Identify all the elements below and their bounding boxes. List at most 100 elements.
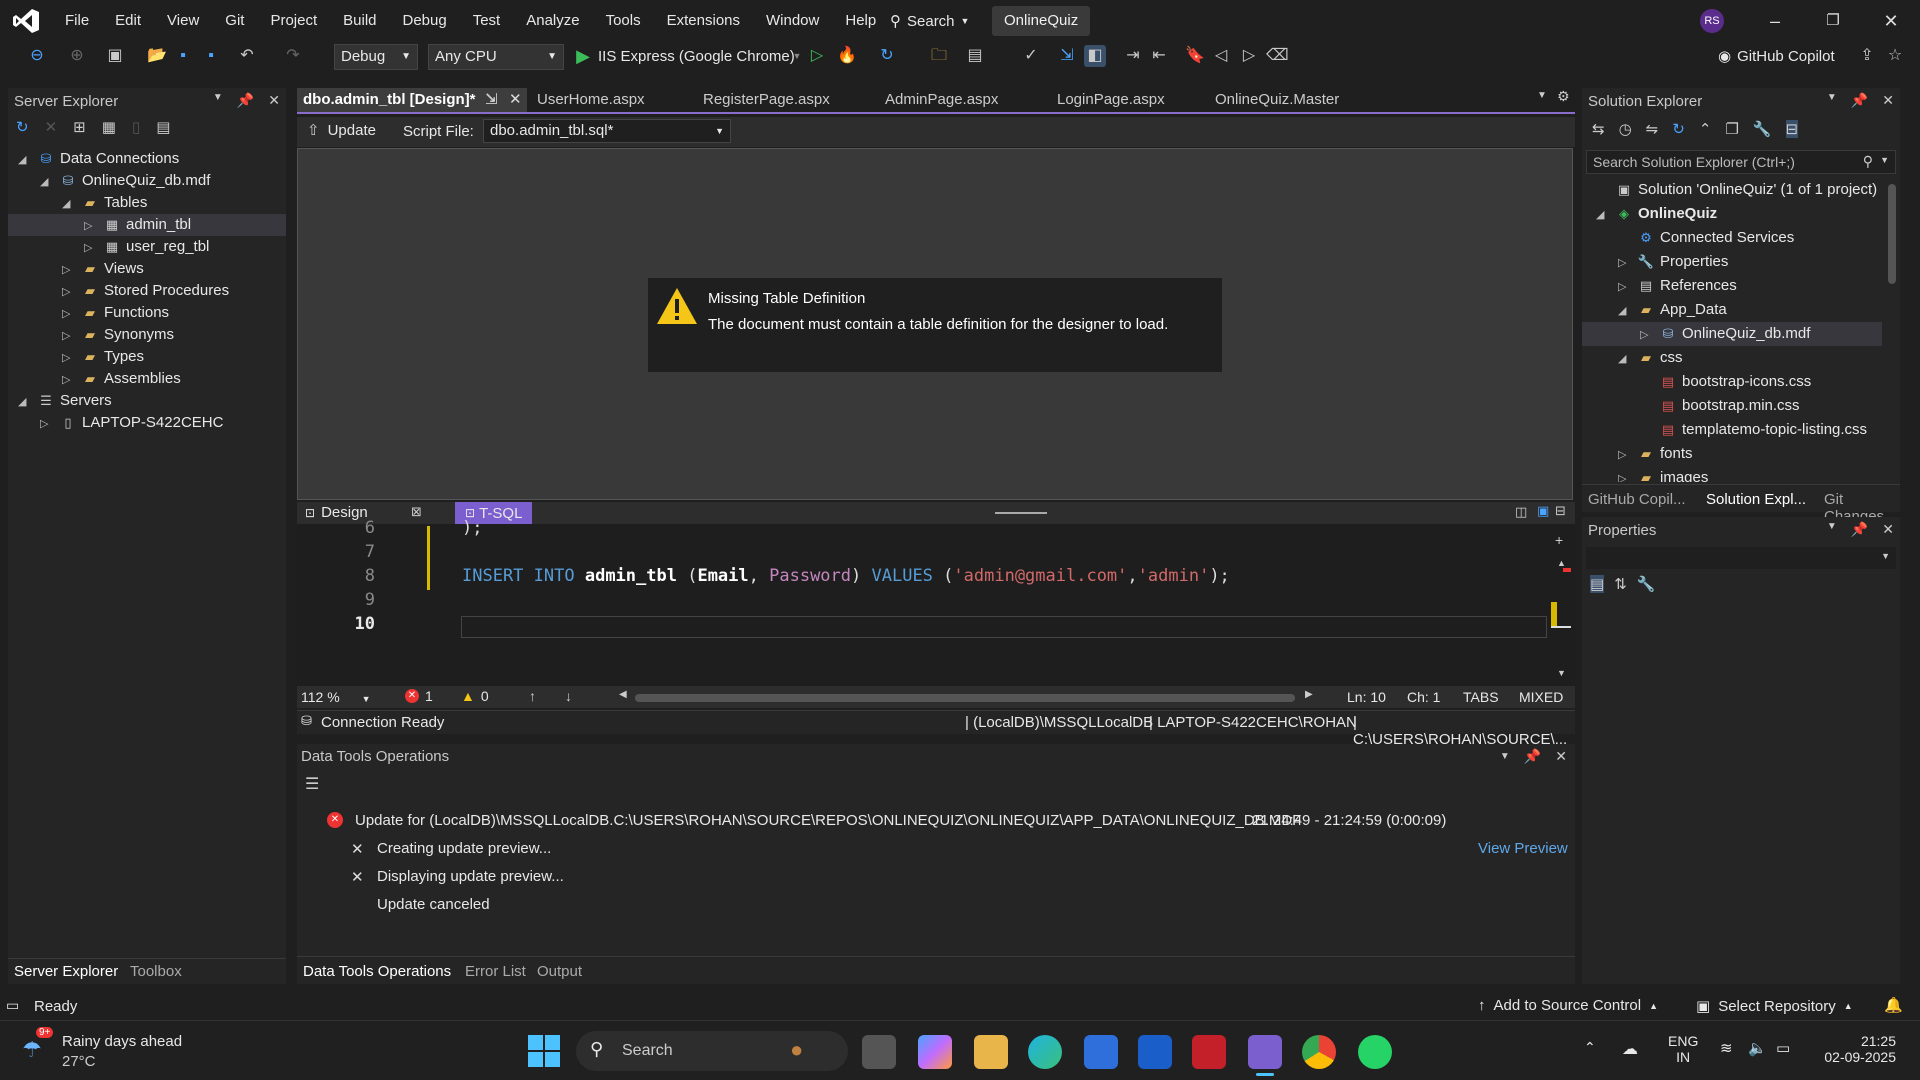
solution-name-badge[interactable]: OnlineQuiz bbox=[992, 6, 1091, 36]
expanded-arrow-icon[interactable]: ◢ bbox=[62, 193, 80, 215]
output-icon[interactable]: ▭ bbox=[6, 997, 19, 1014]
collapsed-arrow-icon[interactable]: ▷ bbox=[1618, 251, 1636, 275]
view-preview-link[interactable]: View Preview bbox=[1478, 840, 1568, 857]
menu-debug[interactable]: Debug bbox=[390, 0, 460, 42]
collapsed-arrow-icon[interactable]: ▷ bbox=[1640, 323, 1658, 347]
refresh-icon[interactable]: ↻ bbox=[876, 45, 898, 67]
edge-icon[interactable] bbox=[1028, 1035, 1062, 1069]
tab-onlinequiz-master[interactable]: OnlineQuiz.Master bbox=[1209, 88, 1339, 112]
copilot-app-icon[interactable] bbox=[918, 1035, 952, 1069]
bookmark-prev-icon[interactable]: ◁ bbox=[1210, 45, 1232, 67]
new-project-icon[interactable]: ▣ bbox=[104, 45, 126, 67]
update-button[interactable]: ⇧ Update bbox=[307, 121, 376, 140]
run-target-button[interactable]: IIS Express (Google Chrome) bbox=[598, 44, 795, 70]
refresh-icon[interactable]: ↻ bbox=[1672, 120, 1685, 138]
collapsed-arrow-icon[interactable]: ▷ bbox=[1618, 443, 1636, 467]
menu-window[interactable]: Window bbox=[753, 0, 832, 42]
collapsed-arrow-icon[interactable]: ▷ bbox=[84, 237, 102, 259]
collapsed-arrow-icon[interactable]: ▷ bbox=[62, 325, 80, 347]
solution-tree-item[interactable]: ▷ ▰ images bbox=[1582, 466, 1882, 482]
collapsed-arrow-icon[interactable]: ▷ bbox=[62, 259, 80, 281]
solution-tree-item[interactable]: ▤ bootstrap.min.css bbox=[1582, 394, 1882, 418]
collapsed-arrow-icon[interactable]: ▷ bbox=[62, 281, 80, 303]
warning-count[interactable]: ▲ 0 bbox=[461, 688, 489, 704]
tab-server-explorer[interactable]: Server Explorer bbox=[14, 963, 118, 980]
scroll-down-icon[interactable]: ▼ bbox=[1557, 668, 1566, 678]
solution-tree-item[interactable]: ◢ ◈ OnlineQuiz bbox=[1582, 202, 1882, 226]
history-icon[interactable]: ◷ bbox=[1619, 120, 1632, 138]
stop-icon[interactable]: ✕ bbox=[45, 118, 58, 136]
close-window-button[interactable]: ✕ bbox=[1876, 8, 1906, 34]
connect-server-icon[interactable]: ▦ bbox=[102, 118, 116, 136]
open-folder-icon[interactable]: 📂 bbox=[146, 45, 168, 67]
visual-studio-logo-icon[interactable] bbox=[12, 8, 40, 34]
server-tree-item[interactable]: ▷ ▰ Functions bbox=[8, 302, 286, 324]
start-debug-icon[interactable]: ▶ bbox=[572, 45, 594, 67]
tab-loginpage[interactable]: LoginPage.aspx bbox=[1051, 88, 1165, 112]
collapsed-arrow-icon[interactable]: ▷ bbox=[1618, 467, 1636, 482]
chevron-up-icon[interactable]: ⌃ bbox=[1584, 1039, 1596, 1056]
menu-file[interactable]: File bbox=[52, 0, 102, 42]
menu-help[interactable]: Help bbox=[832, 0, 889, 42]
pin-icon[interactable]: 📌 bbox=[1524, 748, 1541, 765]
file-explorer-icon[interactable] bbox=[974, 1035, 1008, 1069]
pin-icon[interactable]: ⇲ bbox=[485, 88, 498, 112]
close-icon[interactable]: ✕ bbox=[1882, 92, 1894, 109]
browse-folder-icon[interactable]: 🗀 bbox=[928, 45, 950, 67]
properties-object-select[interactable]: ▼ bbox=[1586, 547, 1896, 569]
configuration-select[interactable]: Debug ▼ bbox=[334, 44, 418, 70]
chevron-down-icon[interactable]: ▼ bbox=[1827, 521, 1837, 538]
server-tree-item[interactable]: ▷ ▰ Synonyms bbox=[8, 324, 286, 346]
tab-error-list[interactable]: Error List bbox=[465, 963, 526, 980]
expanded-arrow-icon[interactable]: ◢ bbox=[40, 171, 58, 193]
menu-edit[interactable]: Edit bbox=[102, 0, 154, 42]
server-tree-item[interactable]: ▷ ▦ user_reg_tbl bbox=[8, 236, 286, 258]
expanded-arrow-icon[interactable]: ◢ bbox=[18, 149, 36, 171]
server-tree-item[interactable]: ◢ ☰ Servers bbox=[8, 390, 286, 412]
connect-database-icon[interactable]: ⊞ bbox=[73, 118, 86, 136]
battery-icon[interactable]: ▭ bbox=[1776, 1039, 1790, 1057]
server-tree-item[interactable]: ◢ ▰ Tables bbox=[8, 192, 286, 214]
collapsed-arrow-icon[interactable]: ▷ bbox=[62, 347, 80, 369]
script-file-select[interactable]: dbo.admin_tbl.sql* ▼ bbox=[483, 119, 731, 143]
zoom-select[interactable]: 112 % ▼ bbox=[301, 689, 370, 705]
char-number[interactable]: Ch: 1 bbox=[1407, 689, 1440, 705]
minimize-button[interactable]: – bbox=[1760, 8, 1790, 34]
properties-icon[interactable]: 🔧 bbox=[1753, 120, 1772, 138]
next-issue-icon[interactable]: ↓ bbox=[565, 688, 572, 704]
close-icon[interactable]: ✕ bbox=[268, 92, 280, 109]
onedrive-icon[interactable]: ☁ bbox=[1622, 1039, 1638, 1059]
line-ending-mode[interactable]: MIXED bbox=[1519, 689, 1563, 705]
layout-icon[interactable]: ▤ bbox=[964, 45, 986, 67]
breakpoint-icon[interactable]: ◧ bbox=[1084, 45, 1106, 67]
close-icon[interactable]: ✕ bbox=[1555, 748, 1567, 765]
avatar[interactable]: RS bbox=[1700, 9, 1724, 33]
hot-reload-icon[interactable]: 🔥 bbox=[836, 45, 858, 67]
tab-toolbox[interactable]: Toolbox bbox=[130, 963, 182, 980]
categorized-icon[interactable]: ▤ bbox=[1590, 575, 1605, 593]
sync-icon[interactable]: ⇆ bbox=[1592, 120, 1605, 138]
step-icon[interactable]: ⇲ bbox=[1056, 45, 1078, 67]
add-to-source-control-button[interactable]: ↑ Add to Source Control ▲ bbox=[1478, 997, 1658, 1014]
chevron-down-icon[interactable]: ▼ bbox=[213, 92, 223, 109]
bookmark-next-icon[interactable]: ▷ bbox=[1238, 45, 1260, 67]
close-icon[interactable]: ✕ bbox=[509, 88, 522, 112]
expanded-arrow-icon[interactable]: ◢ bbox=[18, 391, 36, 413]
split-editor-icon[interactable]: + bbox=[1555, 532, 1563, 548]
server-tree-item[interactable]: ▷ ▰ Views bbox=[8, 258, 286, 280]
tab-output[interactable]: Output bbox=[537, 963, 582, 980]
pin-icon[interactable]: 📌 bbox=[1851, 92, 1868, 109]
whatsapp-icon[interactable] bbox=[1358, 1035, 1392, 1069]
menu-project[interactable]: Project bbox=[257, 0, 330, 42]
scroll-up-icon[interactable]: ▲ bbox=[1557, 558, 1566, 568]
redo-icon[interactable]: ↷ bbox=[282, 45, 304, 67]
indent-mode[interactable]: TABS bbox=[1463, 689, 1499, 705]
close-icon[interactable]: ✕ bbox=[1882, 521, 1894, 538]
collapsed-arrow-icon[interactable]: ▷ bbox=[62, 303, 80, 325]
chevron-down-icon[interactable]: ▼ bbox=[1500, 751, 1510, 762]
property-pages-icon[interactable]: 🔧 bbox=[1637, 575, 1656, 593]
mcafee-icon[interactable] bbox=[1192, 1035, 1226, 1069]
chrome-icon[interactable] bbox=[1302, 1035, 1336, 1069]
server-tree-item[interactable]: ▷ ▦ admin_tbl bbox=[8, 214, 286, 236]
solution-tree-item[interactable]: ▤ templatemo-topic-listing.css bbox=[1582, 418, 1882, 442]
